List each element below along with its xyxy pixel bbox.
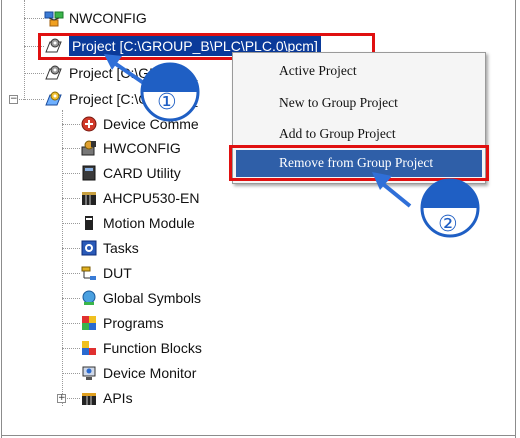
- tree-item-label: APIs: [103, 390, 133, 406]
- tree-item-nwconfig[interactable]: NWCONFIG: [44, 8, 147, 28]
- tree-item-label: NWCONFIG: [69, 10, 147, 26]
- tree-item-label: Motion Module: [103, 215, 195, 231]
- tree-item-device-monitor[interactable]: Device Monitor: [80, 363, 196, 383]
- project-icon: [45, 65, 62, 80]
- motion-module-icon: [85, 216, 93, 230]
- tree-item-programs[interactable]: Programs: [80, 313, 164, 333]
- menu-item-active-project[interactable]: Active Project: [279, 63, 357, 79]
- step-2-label: ②: [438, 212, 458, 237]
- tree-item-function-blocks[interactable]: Function Blocks: [80, 338, 202, 358]
- tree-line: [62, 223, 80, 225]
- card-utility-icon: [82, 165, 96, 181]
- tree-line: [62, 124, 80, 126]
- cpu-icon: [82, 192, 96, 205]
- tree-line: [14, 99, 44, 101]
- tree-line: [62, 298, 80, 300]
- menu-item-new-to-group-project[interactable]: New to Group Project: [279, 95, 398, 111]
- mouse-left-button: [450, 180, 478, 208]
- tree-item-label: Global Symbols: [103, 290, 202, 306]
- panel-left-border: [1, 0, 2, 438]
- mouse-right-button: [142, 64, 170, 92]
- tree-line: [62, 348, 80, 350]
- apis-icon: [82, 393, 96, 405]
- hwconfig-icon: [81, 140, 96, 156]
- mouse-left-button: [170, 64, 198, 92]
- tree-item-tasks[interactable]: Tasks: [80, 238, 139, 258]
- tree-line: [24, 0, 26, 100]
- step-1-callout: [104, 54, 200, 122]
- project-active-icon: [45, 91, 62, 106]
- project-tree-panel: − + NWCONFIG Project [C:\GROUP_B\PLC\PLC…: [0, 0, 520, 438]
- panel-right-border: [515, 0, 516, 438]
- tree-item-label: AHCPU530-EN: [103, 190, 200, 206]
- menu-item-add-to-group-project[interactable]: Add to Group Project: [279, 126, 396, 142]
- tree-item-hwconfig[interactable]: HWCONFIG: [80, 138, 181, 158]
- mouse-right-button: [422, 180, 450, 208]
- tree-line: [24, 18, 44, 20]
- tree-item-motion-module[interactable]: Motion Module: [80, 213, 195, 233]
- tree-line: [62, 323, 80, 325]
- device-monitor-icon: [82, 366, 96, 380]
- dut-icon: [81, 266, 96, 280]
- tree-item-card-utility[interactable]: CARD Utility: [80, 163, 181, 183]
- tree-line: [62, 248, 80, 250]
- step-1-label: ①: [157, 90, 177, 115]
- tree-item-label: Programs: [103, 315, 164, 331]
- tree-item-label: Function Blocks: [103, 340, 202, 356]
- step-2-callout: [372, 172, 480, 238]
- expand-toggle[interactable]: +: [57, 394, 66, 403]
- tree-line: [62, 110, 64, 406]
- collapse-toggle[interactable]: −: [9, 95, 18, 104]
- tree-item-label: HWCONFIG: [103, 140, 181, 156]
- tree-line: [62, 148, 80, 150]
- tree-line: [62, 273, 80, 275]
- nwconfig-icon: [44, 11, 64, 27]
- tree-item-cpu[interactable]: AHCPU530-EN: [80, 188, 199, 208]
- device-communication-icon: [81, 116, 97, 132]
- tree-item-label: Device Monitor: [103, 365, 197, 381]
- tree-item-label: DUT: [103, 265, 132, 281]
- tree-item-dut[interactable]: DUT: [80, 263, 132, 283]
- panel-bottom-border: [1, 435, 516, 436]
- tree-item-global-symbols[interactable]: Global Symbols: [80, 288, 201, 308]
- tree-line: [62, 173, 80, 175]
- tree-line: [62, 198, 80, 200]
- tree-line: [62, 373, 80, 375]
- tree-item-apis[interactable]: APIs: [80, 388, 133, 408]
- tree-item-label: Tasks: [103, 240, 139, 256]
- programs-icon: [82, 316, 96, 330]
- tree-line: [24, 73, 44, 75]
- global-symbols-icon: [82, 290, 96, 305]
- function-blocks-icon: [82, 341, 96, 355]
- tasks-icon: [81, 240, 97, 256]
- tree-item-label: CARD Utility: [103, 165, 181, 181]
